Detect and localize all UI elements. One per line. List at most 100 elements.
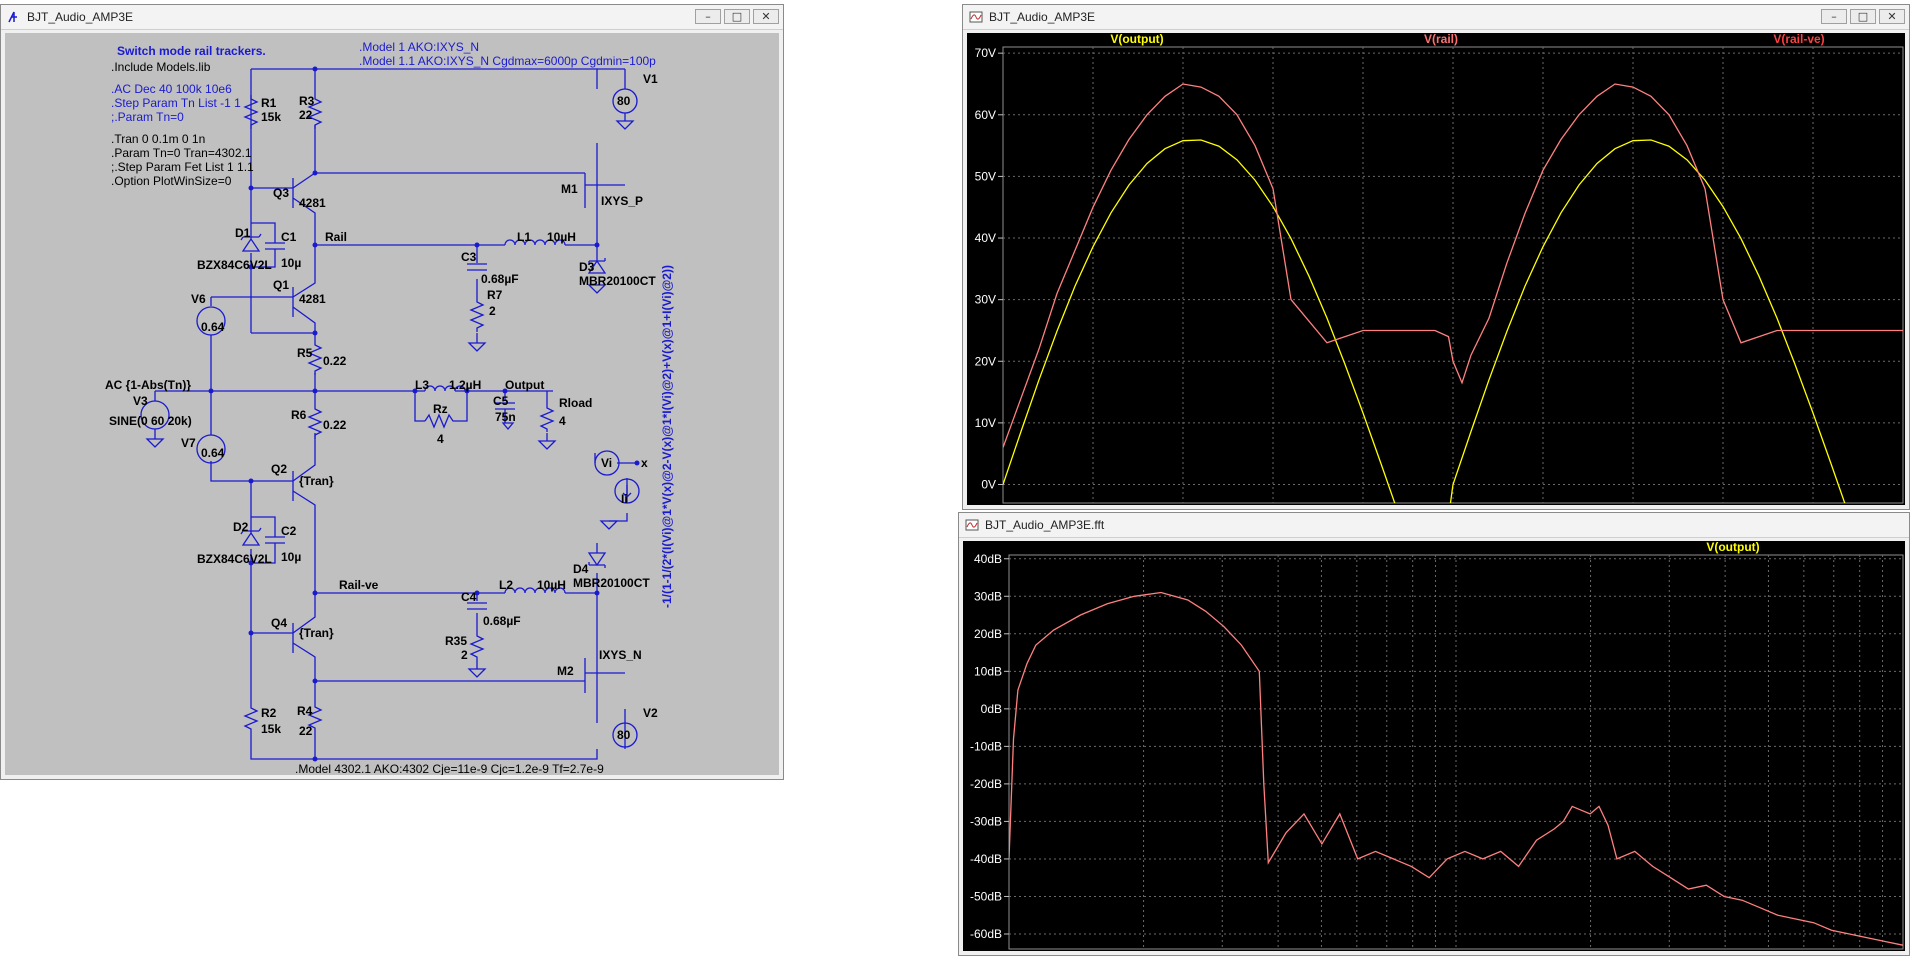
- directive-line[interactable]: .AC Dec 40 100k 10e6: [111, 82, 232, 96]
- label-d4: D4: [573, 562, 589, 576]
- label-ac: AC {1-Abs(Tn)}: [105, 378, 191, 392]
- label-q3: Q3: [273, 186, 289, 200]
- close-button[interactable]: ✕: [1879, 9, 1905, 24]
- value-l1: 10µH: [547, 230, 576, 244]
- label-c1: C1: [281, 230, 297, 244]
- model-directive[interactable]: .Model 1.1 AKO:IXYS_N Cgdmax=6000p Cgdmi…: [359, 54, 656, 68]
- maximize-button[interactable]: □: [724, 9, 750, 24]
- value-q1: 4281: [299, 292, 326, 306]
- legend-entry[interactable]: V(rail-ve): [1773, 33, 1824, 46]
- value-c1: 10µ: [281, 256, 301, 270]
- fft-titlebar[interactable]: BJT_Audio_AMP3E.fft: [959, 513, 1909, 538]
- value-d4: MBR20100CT: [573, 576, 650, 590]
- y-tick-label: 40V: [975, 231, 996, 245]
- label-c2: C2: [281, 524, 297, 538]
- net-rail: Rail: [325, 230, 347, 244]
- value-d2: BZX84C6V2L: [197, 552, 272, 566]
- net-rail-ve: Rail-ve: [339, 578, 379, 592]
- value-c4: 0.68µF: [483, 614, 521, 628]
- y-tick-label: -40dB: [970, 852, 1002, 866]
- label-r7: R7: [487, 288, 503, 302]
- label-m1: M1: [561, 182, 578, 196]
- label-l1: L1: [517, 230, 531, 244]
- label-vi: Vi: [601, 456, 612, 470]
- label-d1: D1: [235, 226, 251, 240]
- directive-line[interactable]: .Option PlotWinSize=0: [111, 174, 232, 188]
- legend-entry[interactable]: V(rail): [1424, 33, 1458, 46]
- model-directive[interactable]: .Model 1 AKO:IXYS_N: [359, 40, 479, 54]
- ground-v3: [145, 438, 165, 448]
- label-v2: V2: [643, 706, 658, 720]
- y-tick-label: 30V: [975, 293, 996, 307]
- y-tick-label: -20dB: [970, 777, 1002, 791]
- y-tick-label: 40dB: [974, 552, 1002, 566]
- label-r6: R6: [291, 408, 307, 422]
- plot-title: BJT_Audio_AMP3E: [989, 10, 1096, 24]
- label-d2: D2: [233, 520, 249, 534]
- value-c2: 10µ: [281, 550, 301, 564]
- directive-line[interactable]: .Include Models.lib: [111, 60, 211, 74]
- close-button[interactable]: ✕: [753, 9, 779, 24]
- fft-plot[interactable]: -60dB -50dB -40dB -30dB -20dB -10dB 0dB 10dB 20d…: [963, 541, 1905, 951]
- y-tick-label: 70V: [975, 46, 996, 60]
- label-c3: C3: [461, 250, 477, 264]
- label-ii: Ii: [621, 492, 628, 506]
- label-d3: D3: [579, 260, 595, 274]
- label-r2: R2: [261, 706, 277, 720]
- value-r5: 0.22: [323, 354, 347, 368]
- minimize-button[interactable]: –: [1821, 9, 1847, 24]
- value-q3: 4281: [299, 196, 326, 210]
- ground-rload: [537, 440, 557, 450]
- y-tick-label: 10dB: [974, 664, 1002, 678]
- fft-title: BJT_Audio_AMP3E.fft: [985, 518, 1105, 532]
- y-tick-label: -60dB: [970, 927, 1002, 941]
- directive-line[interactable]: ;.Param Tn=0: [111, 110, 184, 124]
- minimize-button[interactable]: –: [695, 9, 721, 24]
- ground-v1: [615, 120, 635, 130]
- ground-r7: [467, 342, 487, 352]
- schematic-title: BJT_Audio_AMP3E: [27, 10, 134, 24]
- maximize-button[interactable]: □: [1850, 9, 1876, 24]
- value-r2: 15k: [261, 722, 281, 736]
- y-tick-label: 0V: [981, 478, 996, 492]
- schematic-titlebar[interactable]: BJT_Audio_AMP3E – □ ✕: [1, 5, 783, 30]
- directive-line[interactable]: ;.Step Param Fet List 1 1.1: [111, 160, 254, 174]
- label-c4: C4: [461, 590, 477, 604]
- rload-resistor: [539, 405, 555, 432]
- value-m1: IXYS_P: [601, 194, 643, 208]
- plot-frame: [1002, 46, 1904, 504]
- schematic-icon: [8, 11, 17, 23]
- label-c5: C5: [493, 394, 509, 408]
- label-m2: M2: [557, 664, 574, 678]
- vertical-expression[interactable]: -1/(1-1/(2*(I(Vi)@1*V(x)@2-V(x)@1*I(Vi)@…: [660, 265, 674, 608]
- legend-entry[interactable]: V(output): [1706, 541, 1759, 554]
- net-output: Output: [505, 378, 544, 392]
- plot-titlebar[interactable]: BJT_Audio_AMP3E – □ ✕: [963, 5, 1909, 30]
- transient-plot[interactable]: 0V 10V 20V 30V 40V 50V 60V 70V V(output) V(rail) V…: [967, 33, 1905, 505]
- directive-line[interactable]: .Tran 0 0.1m 0 1n: [111, 132, 205, 146]
- r7-resistor: [469, 298, 485, 332]
- schematic-canvas[interactable]: Switch mode rail trackers. .Include Mode…: [5, 33, 779, 775]
- directive-line[interactable]: .Param Tn=0 Tran=4302.1: [111, 146, 252, 160]
- label-v6: V6: [191, 292, 206, 306]
- value-r6: 0.22: [323, 418, 347, 432]
- value-r4: 22: [299, 724, 313, 738]
- legend-entry[interactable]: V(output): [1110, 33, 1163, 46]
- label-rz: Rz: [433, 402, 448, 416]
- bottom-model-directive[interactable]: .Model 4302.1 AKO:4302 Cje=11e-9 Cjc=1.2…: [295, 762, 604, 775]
- label-r3: R3: [299, 94, 315, 108]
- label-r1: R1: [261, 96, 277, 110]
- value-v2: 80: [617, 728, 631, 742]
- directive-line[interactable]: .Step Param Tn List -1 1: [111, 96, 241, 110]
- r35-resistor: [469, 633, 485, 659]
- c3-capacitor: [467, 263, 487, 271]
- label-r35: R35: [445, 634, 467, 648]
- directive-line[interactable]: Switch mode rail trackers.: [117, 44, 266, 58]
- value-v7: 0.64: [201, 446, 225, 460]
- value-rz: 4: [437, 432, 444, 446]
- net-x: x: [641, 456, 648, 470]
- waveform-icon: [969, 11, 983, 23]
- d4-schottky: [587, 543, 607, 568]
- y-tick-label: 60V: [975, 108, 996, 122]
- plot-window: BJT_Audio_AMP3E – □ ✕ 0V 10V 20V 30V 40V 50V 6…: [962, 4, 1910, 510]
